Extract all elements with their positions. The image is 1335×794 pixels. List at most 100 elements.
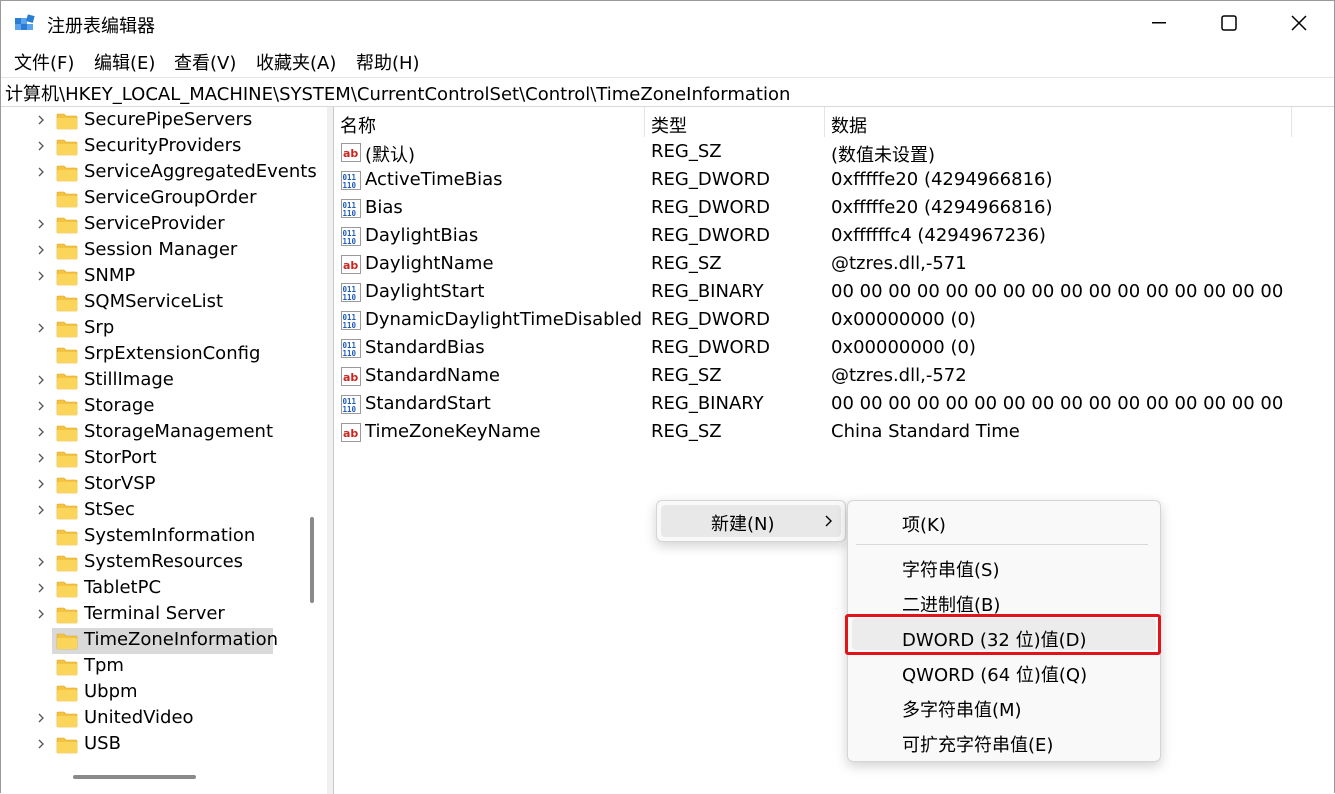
value-name: DaylightStart (365, 281, 485, 302)
title-bar[interactable]: 注册表编辑器 (1, 1, 1334, 45)
tree-item[interactable]: StillImage (1, 368, 301, 394)
context-menu-new-item[interactable]: 新建(N) (661, 505, 841, 537)
tree-item[interactable]: SrpExtensionConfig (1, 342, 301, 368)
key-tree[interactable]: SecurePipeServers SecurityProviders Servic… (1, 107, 328, 794)
tree-horizontal-scrollbar[interactable] (73, 775, 196, 779)
value-row[interactable]: 011 110 StandardStart REG_BINARY 00 00 00 00… (334, 390, 1334, 418)
value-data: 0xfffffe20 (4294966816) (831, 197, 1053, 218)
tree-item[interactable]: Storage (1, 394, 301, 420)
column-header-type-label: 类型 (651, 116, 687, 137)
tree-item[interactable]: UnitedVideo (1, 706, 301, 732)
value-name: DaylightName (365, 253, 494, 274)
chevron-right-icon[interactable] (35, 140, 47, 152)
tree-item[interactable]: Terminal Server (1, 602, 301, 628)
close-button[interactable] (1264, 1, 1334, 45)
value-type: REG_DWORD (651, 169, 771, 190)
binary-value-icon: 011110 (341, 339, 361, 358)
value-row[interactable]: 011 110 Bias REG_DWORD 0xfffffe20 (429496681… (334, 194, 1334, 222)
tree-item[interactable]: ServiceProvider (1, 212, 301, 238)
chevron-right-icon[interactable] (35, 452, 47, 464)
tree-item[interactable]: Tpm (1, 654, 301, 680)
menu-favorites[interactable]: 收藏夹(A) (256, 49, 336, 75)
menu-view[interactable]: 查看(V) (174, 49, 236, 75)
value-data: 0xffffffc4 (4294967236) (831, 225, 1046, 246)
tree-item[interactable]: SecurePipeServers (1, 108, 301, 134)
tree-item[interactable]: StorPort (1, 446, 301, 472)
regedit-window: 注册表编辑器 文件(F) 编辑(E) 查看(V) 收藏夹(A) 帮助(H) 计算… (0, 0, 1335, 794)
tree-item-label: ServiceGroupOrder (84, 187, 257, 208)
menu-edit[interactable]: 编辑(E) (94, 49, 155, 75)
chevron-right-icon[interactable] (35, 582, 47, 594)
value-data: @tzres.dll,-571 (831, 253, 967, 274)
menu-help[interactable]: 帮助(H) (356, 49, 420, 75)
tree-item[interactable]: ServiceGroupOrder (1, 186, 301, 212)
chevron-right-icon[interactable] (35, 426, 47, 438)
submenu-expandable-string-value[interactable]: 可扩充字符串值(E) (902, 731, 1053, 757)
tree-item[interactable]: Srp (1, 316, 301, 342)
chevron-right-icon[interactable] (35, 114, 47, 126)
value-row[interactable]: 011 110 DaylightBias REG_DWORD 0xffffffc4 (4… (334, 222, 1334, 250)
value-row[interactable]: ab DaylightName REG_SZ @tzres.dll,-571 (334, 250, 1334, 278)
value-row[interactable]: ab TimeZoneKeyName REG_SZ China Standard Ti… (334, 418, 1334, 446)
chevron-right-icon[interactable] (35, 374, 47, 386)
submenu-string-value[interactable]: 字符串值(S) (902, 556, 999, 582)
binary-value-icon: 011110 (341, 283, 361, 302)
menu-bar: 文件(F) 编辑(E) 查看(V) 收藏夹(A) 帮助(H) (1, 47, 1334, 75)
tree-item[interactable]: Session Manager (1, 238, 301, 264)
column-header-type[interactable]: 类型 (645, 107, 825, 137)
chevron-right-icon[interactable] (35, 738, 47, 750)
address-path[interactable]: 计算机\HKEY_LOCAL_MACHINE\SYSTEM\CurrentCon… (5, 80, 790, 106)
folder-icon (56, 243, 78, 260)
value-row[interactable]: ab (默认) REG_SZ (数值未设置) (334, 138, 1334, 166)
value-row[interactable]: 011 110 DynamicDaylightTimeDisabled REG_DWO… (334, 306, 1334, 334)
minimize-button[interactable] (1124, 1, 1194, 45)
value-row[interactable]: ab StandardName REG_SZ @tzres.dll,-572 (334, 362, 1334, 390)
chevron-right-icon[interactable] (35, 478, 47, 490)
submenu-multi-string-value[interactable]: 多字符串值(M) (902, 696, 1022, 722)
tree-item[interactable]: SNMP (1, 264, 301, 290)
chevron-right-icon[interactable] (35, 556, 47, 568)
chevron-right-icon[interactable] (35, 608, 47, 620)
tree-item[interactable]: Ubpm (1, 680, 301, 706)
menu-file[interactable]: 文件(F) (14, 49, 74, 75)
tree-item-label: ServiceAggregatedEvents (84, 161, 317, 182)
value-type: REG_BINARY (651, 393, 764, 414)
tree-item[interactable]: SystemInformation (1, 524, 301, 550)
column-header-data[interactable]: 数据 (825, 107, 1292, 137)
chevron-right-icon[interactable] (35, 218, 47, 230)
tree-item[interactable]: ServiceAggregatedEvents (1, 160, 317, 186)
tree-item[interactable]: StorVSP (1, 472, 301, 498)
folder-icon (56, 295, 78, 312)
value-row[interactable]: 011 110 ActiveTimeBias REG_DWORD 0xfffffe20 … (334, 166, 1334, 194)
svg-text:ab: ab (343, 371, 358, 384)
value-data: @tzres.dll,-572 (831, 365, 967, 386)
value-row[interactable]: 011 110 StandardBias REG_DWORD 0x00000000 (0… (334, 334, 1334, 362)
pane-splitter[interactable] (327, 107, 334, 794)
value-row[interactable]: 011 110 DaylightStart REG_BINARY 00 00 00 00… (334, 278, 1334, 306)
chevron-right-icon[interactable] (35, 712, 47, 724)
address-bar[interactable]: 计算机\HKEY_LOCAL_MACHINE\SYSTEM\CurrentCon… (1, 77, 1334, 107)
submenu-key[interactable]: 项(K) (902, 511, 946, 537)
values-list[interactable]: 名称 类型 数据 ab (默认) REG_SZ (数值未设置) 011 110 Active… (334, 107, 1334, 794)
column-header-name[interactable]: 名称 (334, 107, 645, 137)
chevron-right-icon[interactable] (35, 244, 47, 256)
tree-item[interactable]: TabletPC (1, 576, 301, 602)
tree-item[interactable]: SystemResources (1, 550, 301, 576)
chevron-right-icon[interactable] (35, 400, 47, 412)
tree-item[interactable]: SecurityProviders (1, 134, 301, 160)
maximize-button[interactable] (1194, 1, 1264, 45)
chevron-right-icon[interactable] (35, 270, 47, 282)
tree-item[interactable]: TimeZoneInformation (1, 628, 301, 654)
chevron-right-icon[interactable] (35, 166, 47, 178)
chevron-right-icon[interactable] (35, 504, 47, 516)
chevron-right-icon (825, 515, 832, 527)
folder-icon (56, 347, 78, 364)
submenu-qword-value[interactable]: QWORD (64 位)值(Q) (902, 661, 1087, 687)
tree-item[interactable]: SQMServiceList (1, 290, 301, 316)
tree-vertical-scrollbar[interactable] (310, 517, 314, 603)
tree-item[interactable]: USB (1, 732, 301, 758)
folder-icon (56, 399, 78, 416)
tree-item[interactable]: StSec (1, 498, 301, 524)
tree-item[interactable]: StorageManagement (1, 420, 301, 446)
chevron-right-icon[interactable] (35, 322, 47, 334)
